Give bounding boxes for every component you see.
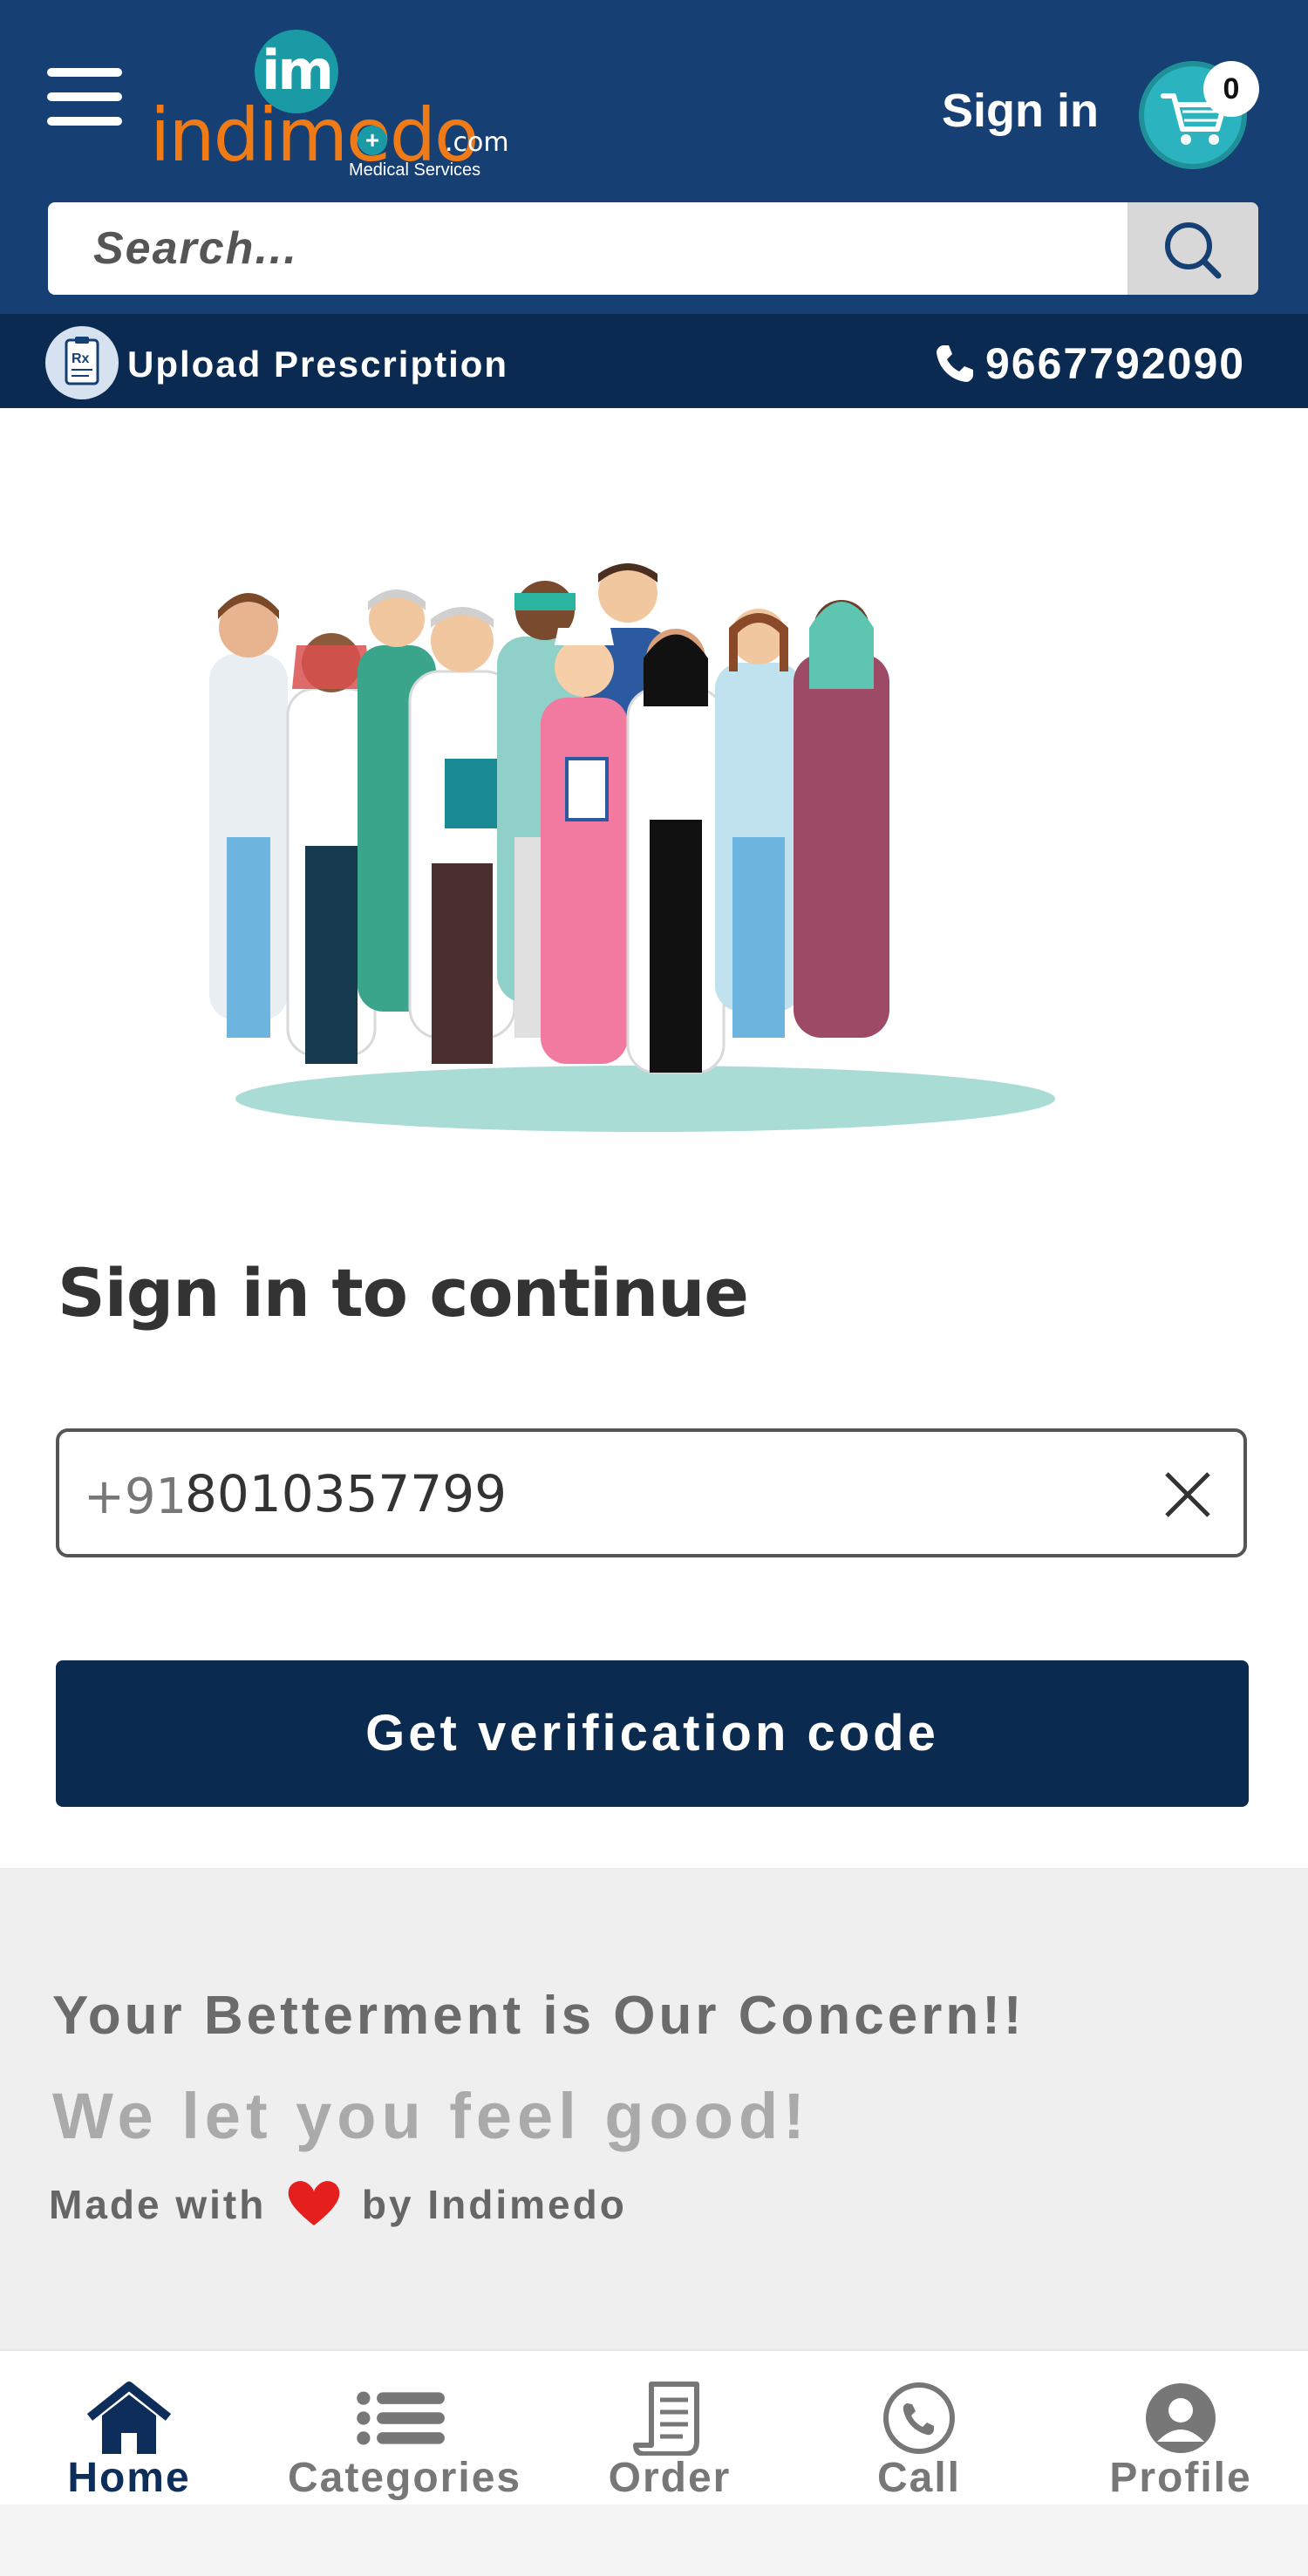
country-code: +91 <box>84 1469 187 1525</box>
home-icon <box>86 2382 172 2454</box>
phone-icon <box>933 342 977 385</box>
search-icon <box>1165 222 1222 279</box>
phone-field[interactable]: +91 <box>56 1428 1247 1557</box>
logo-tagline: Medical Services <box>349 160 481 180</box>
cart-count-badge: 0 <box>1203 61 1259 117</box>
footer-tagline: Your Betterment is Our Concern!! <box>52 1986 1025 2046</box>
nav-call[interactable]: Call <box>806 2351 1032 2506</box>
cart-button[interactable]: 0 <box>1139 61 1259 169</box>
svg-text:Rx: Rx <box>72 351 90 366</box>
page: im indimedo + .com Medical Services Sign… <box>0 0 1308 2576</box>
user-icon <box>1146 2383 1216 2453</box>
receipt-icon <box>633 2382 699 2456</box>
bottom-nav: Home Categories Order Call Profile <box>0 2349 1308 2504</box>
nav-label-profile: Profile <box>1109 2455 1252 2501</box>
search-button[interactable] <box>1127 202 1258 295</box>
nav-order[interactable]: Order <box>556 2351 783 2506</box>
made-with-text: Made with by Indimedo <box>49 2177 627 2229</box>
search-input[interactable] <box>48 202 1127 295</box>
phone-call-icon <box>883 2382 955 2454</box>
nav-profile[interactable]: Profile <box>1067 2351 1294 2506</box>
menu-icon[interactable] <box>47 66 122 127</box>
nav-label-categories: Categories <box>288 2455 522 2501</box>
prescription-icon[interactable]: Rx <box>45 326 119 399</box>
footer-slogan: We let you feel good! <box>52 2080 810 2152</box>
signin-link[interactable]: Sign in <box>942 84 1099 138</box>
app-header: im indimedo + .com Medical Services Sign… <box>0 0 1308 314</box>
page-title: Sign in to continue <box>58 1254 749 1332</box>
logo-domain: .com <box>445 127 509 158</box>
nav-label-order: Order <box>608 2455 732 2501</box>
get-verification-code-button[interactable]: Get verification code <box>56 1660 1249 1807</box>
nav-label-home: Home <box>67 2455 191 2501</box>
support-phone-link[interactable]: 9667792090 <box>985 338 1245 389</box>
upload-prescription-link[interactable]: Upload Prescription <box>127 344 508 385</box>
nav-home[interactable]: Home <box>16 2351 242 2506</box>
nav-categories[interactable]: Categories <box>288 2351 522 2506</box>
medical-team-illustration <box>209 563 1055 1132</box>
bottom-safe-area <box>0 2504 1308 2576</box>
heart-icon <box>288 2181 340 2225</box>
phone-number-input[interactable] <box>185 1458 1057 1530</box>
clear-icon[interactable] <box>1160 1467 1216 1523</box>
made-with-prefix: Made with <box>49 2182 267 2227</box>
brand-logo[interactable]: im indimedo + .com Medical Services <box>150 24 516 190</box>
nav-label-call: Call <box>876 2455 962 2501</box>
list-icon <box>357 2391 445 2445</box>
medical-plus-icon: + <box>358 126 387 155</box>
made-with-suffix: by Indimedo <box>361 2182 627 2227</box>
